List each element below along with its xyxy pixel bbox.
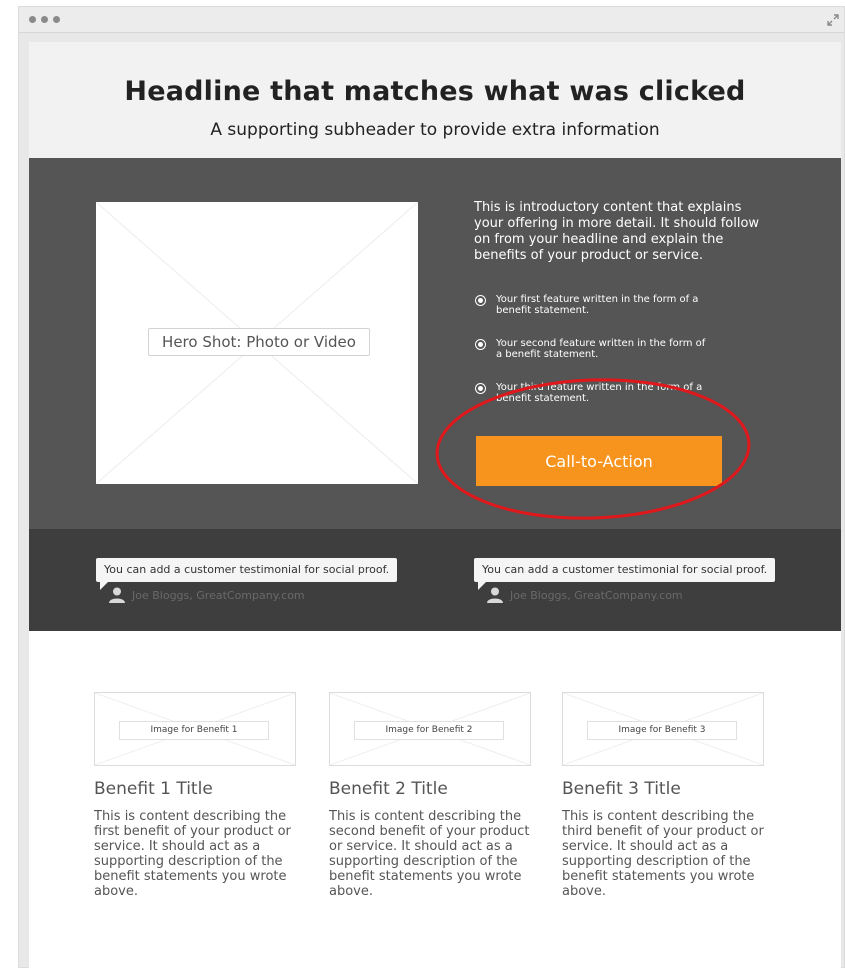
radio-selected-icon <box>475 339 486 350</box>
benefit-image-label: Image for Benefit 2 <box>354 721 504 740</box>
window-dot-icon[interactable] <box>29 16 36 23</box>
benefit-image-placeholder: Image for Benefit 1 <box>94 692 296 766</box>
benefit-description: This is content describing the third ben… <box>562 809 764 899</box>
benefit-image-placeholder: Image for Benefit 3 <box>562 692 764 766</box>
benefit-column: Image for Benefit 1 Benefit 1 Title This… <box>94 692 309 899</box>
headline: Headline that matches what was clicked <box>124 76 746 107</box>
benefit-title: Benefit 2 Title <box>329 779 448 799</box>
browser-window: Headline that matches what was clicked A… <box>18 6 845 970</box>
testimonial-author: Joe Bloggs, GreatCompany.com <box>486 587 683 603</box>
testimonial: You can add a customer testimonial for s… <box>474 558 784 618</box>
feature-item: Your second feature written in the form … <box>475 338 735 382</box>
benefit-title: Benefit 1 Title <box>94 779 213 799</box>
window-dot-icon[interactable] <box>53 16 60 23</box>
hero-image-placeholder: Hero Shot: Photo or Video <box>96 202 418 484</box>
benefit-column: Image for Benefit 3 Benefit 3 Title This… <box>562 692 777 899</box>
benefit-column: Image for Benefit 2 Benefit 2 Title This… <box>329 692 544 899</box>
feature-text: Your first feature written in the form o… <box>496 294 699 316</box>
radio-selected-icon <box>475 383 486 394</box>
benefit-image-label: Image for Benefit 1 <box>119 721 269 740</box>
testimonial-quote: You can add a customer testimonial for s… <box>96 558 398 590</box>
testimonials-section: You can add a customer testimonial for s… <box>29 529 841 631</box>
window-controls <box>29 16 60 23</box>
benefit-description: This is content describing the first ben… <box>94 809 291 899</box>
landing-page: Headline that matches what was clicked A… <box>29 42 841 970</box>
hero-section: Hero Shot: Photo or Video This is introd… <box>29 158 841 529</box>
benefit-description: This is content describing the second be… <box>329 809 530 899</box>
window-dot-icon[interactable] <box>41 16 48 23</box>
author-name: Joe Bloggs, GreatCompany.com <box>132 588 305 602</box>
subheader: A supporting subheader to provide extra … <box>210 120 660 140</box>
window-title-bar <box>19 7 844 33</box>
feature-item: Your first feature written in the form o… <box>475 294 735 338</box>
hero-image-label: Hero Shot: Photo or Video <box>148 328 370 356</box>
benefit-image-label: Image for Benefit 3 <box>587 721 737 740</box>
testimonial: You can add a customer testimonial for s… <box>96 558 406 618</box>
feature-item: Your third feature written in the form o… <box>475 382 735 426</box>
page-header: Headline that matches what was clicked A… <box>29 42 841 158</box>
testimonial-author: Joe Bloggs, GreatCompany.com <box>108 587 305 603</box>
expand-icon[interactable] <box>826 13 840 27</box>
benefit-title: Benefit 3 Title <box>562 779 681 799</box>
person-icon <box>109 587 125 603</box>
feature-list: Your first feature written in the form o… <box>475 294 735 426</box>
author-name: Joe Bloggs, GreatCompany.com <box>510 588 683 602</box>
benefit-image-placeholder: Image for Benefit 2 <box>329 692 531 766</box>
intro-text: This is introductory content that explai… <box>474 200 760 263</box>
feature-text: Your second feature written in the form … <box>496 338 706 360</box>
call-to-action-button[interactable]: Call-to-Action <box>476 436 722 486</box>
radio-selected-icon <box>475 295 486 306</box>
person-icon <box>487 587 503 603</box>
testimonial-quote: You can add a customer testimonial for s… <box>474 558 776 590</box>
feature-text: Your third feature written in the form o… <box>496 382 703 404</box>
